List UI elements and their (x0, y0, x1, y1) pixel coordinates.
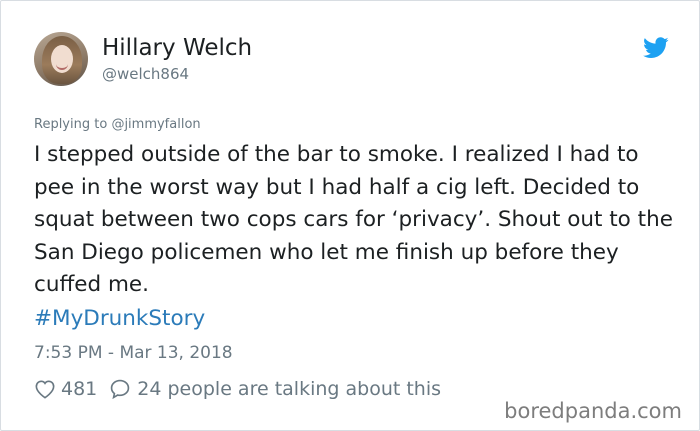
reply-mention-link[interactable]: @jimmyfallon (111, 117, 200, 132)
author-handle[interactable]: @welch864 (102, 64, 189, 84)
reply-button[interactable]: 24 people are talking about this (109, 378, 441, 400)
tweet-card: Hillary Welch @welch864 Replying to @jim… (0, 0, 700, 431)
like-button[interactable]: 481 (34, 378, 109, 400)
like-count: 481 (61, 378, 98, 400)
heart-icon (35, 380, 55, 399)
tweet-text: I stepped outside of the bar to smoke. I… (34, 142, 673, 297)
replying-to: Replying to @jimmyfallon (34, 117, 201, 133)
engagement-bar: 481 24 people are talking about this (34, 375, 441, 403)
replying-prefix: Replying to (34, 117, 112, 132)
watermark: boredpanda.com (504, 399, 682, 423)
twitter-bird-icon[interactable] (643, 37, 669, 59)
speech-bubble-icon (111, 379, 130, 400)
avatar[interactable] (34, 32, 88, 86)
tweet-timestamp[interactable]: 7:53 PM - Mar 13, 2018 (34, 342, 233, 364)
author-display-name[interactable]: Hillary Welch (102, 34, 252, 62)
talking-about-text: 24 people are talking about this (137, 378, 442, 400)
hashtag-link[interactable]: #MyDrunkStory (34, 303, 205, 336)
